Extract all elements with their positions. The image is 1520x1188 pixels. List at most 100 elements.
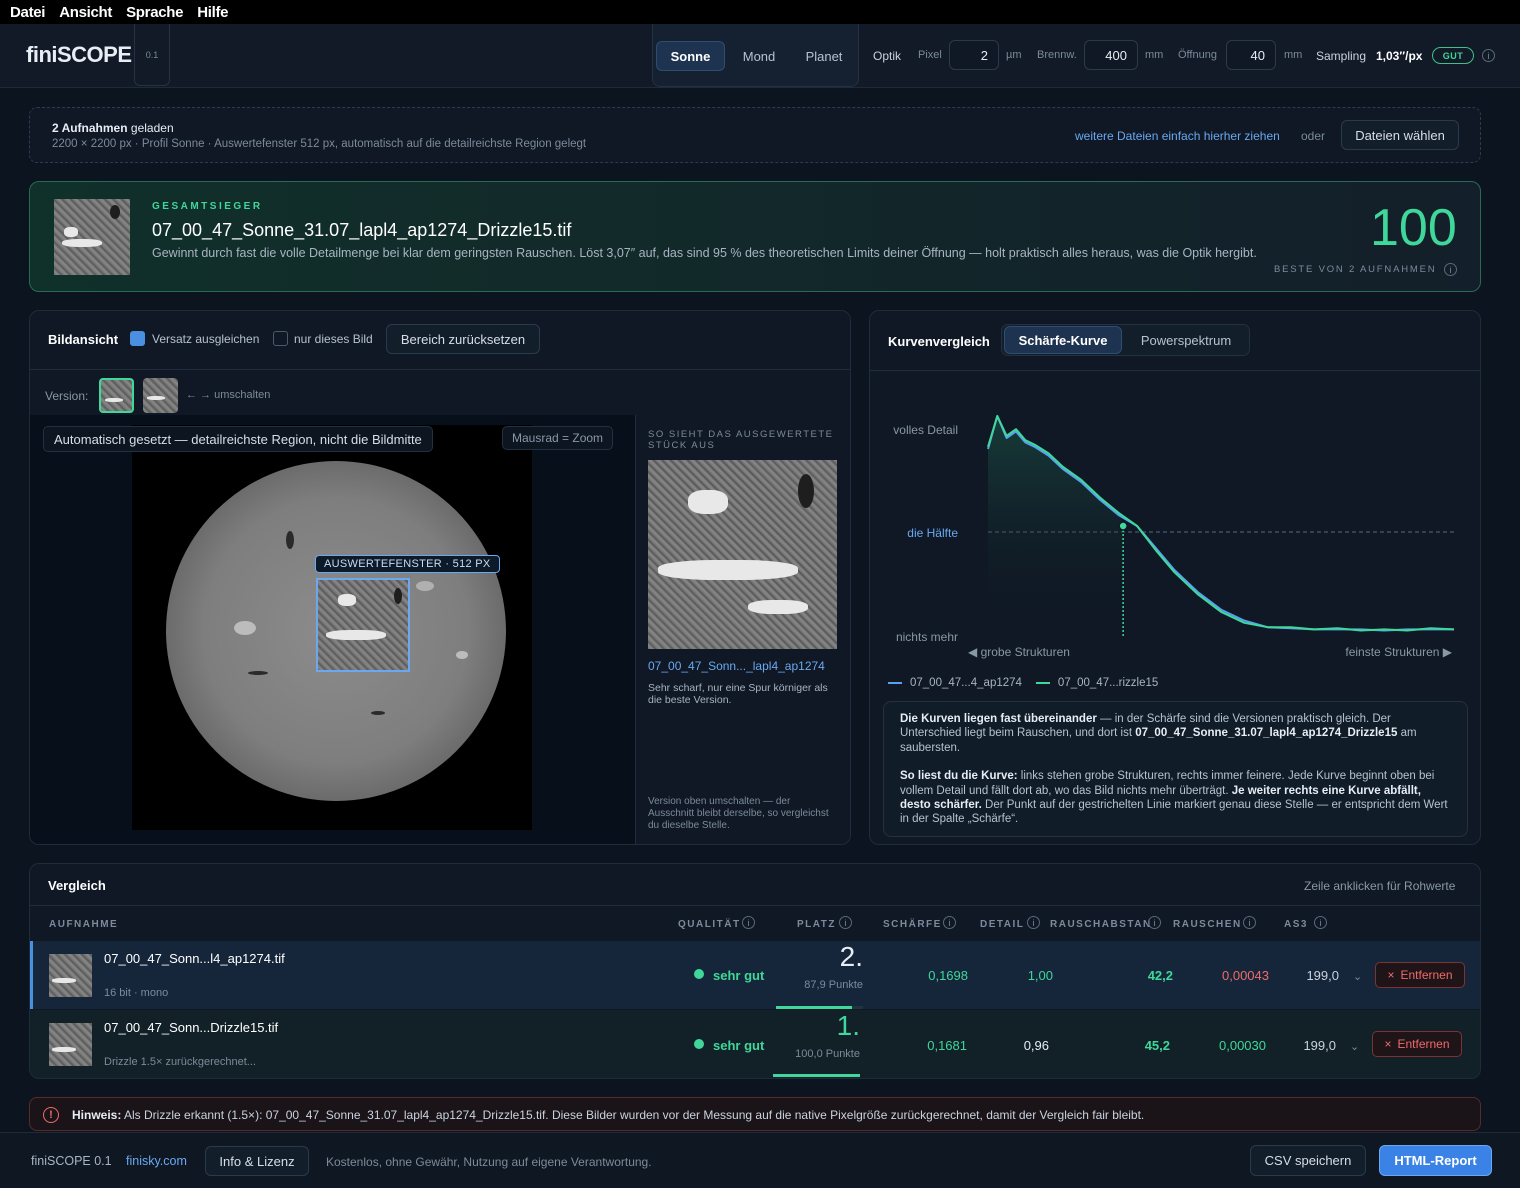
explain-bold-1: Die Kurven liegen fast übereinander [900,713,1097,725]
col-header-rank[interactable]: PLATZ [797,919,836,930]
warning-icon: ! [43,1107,59,1123]
winner-info-icon[interactable]: i [1444,263,1457,276]
ytick-label-full: volles Detail [893,423,958,437]
row-thumbnail [49,1023,92,1066]
curve-tabs: Schärfe-Kurve Powerspektrum [1001,324,1250,356]
xlabel-left: ◀ grobe Strukturen [968,645,1070,659]
points-bar-fill [776,1006,853,1009]
legend-label-1: 07_00_47...4_ap1274 [910,677,1022,689]
menu-hilfe[interactable]: Hilfe [197,4,228,21]
explanation-paragraph-1: Die Kurven liegen fast übereinander — in… [900,712,1451,755]
row-sub: Drizzle 1.5× zurückgerechnet... [104,1056,256,1068]
quality-dot [694,969,704,979]
loaded-count: 2 Aufnahmen [52,121,128,135]
sampling-label: Sampling [1316,49,1367,63]
profile-mond[interactable]: Mond [729,41,789,71]
remove-button[interactable]: × Entfernen [1372,1031,1462,1057]
choose-files-button[interactable]: Dateien wählen [1341,120,1459,150]
profile-planet[interactable]: Planet [793,41,855,71]
optics-label: Optik [873,49,902,63]
evaluation-window-label: AUSWERTEFENSTER · 512 PX [315,555,500,573]
col-header-noise[interactable]: RAUSCHEN [1173,919,1242,930]
winner-score: 100 [1370,199,1457,257]
footer: finiSCOPE 0.1 finisky.com Info & Lizenz … [0,1132,1520,1188]
col-header-sharpness[interactable]: SCHÄRFE [883,919,942,930]
drop-zone[interactable]: 2 Aufnahmen geladen 2200 × 2200 px · Pro… [29,107,1481,163]
offset-checkbox[interactable] [130,331,145,346]
explain-bold-2: So liest du die Kurve: [900,770,1018,783]
winner-description: Gewinnt durch fast die volle Detailmenge… [152,246,1257,260]
profile-sonne[interactable]: Sonne [656,41,725,71]
focal-input[interactable]: 400 [1084,40,1138,70]
legend-swatch-1 [888,682,902,684]
reset-area-button[interactable]: Bereich zurücksetzen [386,324,540,354]
chevron-down-icon[interactable]: ⌄ [1353,970,1362,983]
tab-power-spectrum[interactable]: Powerspektrum [1126,326,1246,354]
table-row[interactable]: 07_00_47_Sonn...l4_ap1274.tif 16 bit · m… [30,941,1480,1009]
crop-image [648,460,837,649]
col-header-snr[interactable]: RAUSCHABSTAN [1050,919,1155,930]
snr-info-icon[interactable]: i [1148,916,1161,929]
explanation-paragraph-2: So liest du die Kurve: links stehen grob… [900,769,1451,827]
menu-ansicht[interactable]: Ansicht [59,4,112,21]
version-thumb-1[interactable] [99,378,134,413]
sampling-badge: GUT [1432,47,1474,64]
col-header-detail[interactable]: DETAIL [980,919,1024,930]
pixel-input[interactable]: 2 [949,40,999,70]
row-filename: 07_00_47_Sonn...Drizzle15.tif [104,1020,279,1035]
aperture-label: Öffnung [1178,49,1217,61]
footer-disclaimer: Kostenlos, ohne Gewähr, Nutzung auf eige… [326,1155,652,1169]
table-row[interactable]: 07_00_47_Sonn...Drizzle15.tif Drizzle 1.… [30,1010,1480,1078]
row-rank: 1. [836,1010,860,1041]
winner-filename: 07_00_47_Sonne_31.07_lapl4_ap1274_Drizzl… [152,220,572,240]
menu-sprache[interactable]: Sprache [126,4,183,21]
version-thumb-2[interactable] [143,378,178,413]
points-bar-track [776,1006,863,1009]
csv-save-button[interactable]: CSV speichern [1250,1145,1366,1176]
offset-label: Versatz ausgleichen [152,332,260,346]
explain-end-2: Der Punkt auf der gestrichelten Linie ma… [900,799,1448,826]
tab-sharpness-curve[interactable]: Schärfe-Kurve [1004,326,1122,354]
crop-caption: SO SIEHT DAS AUSGEWERTETE STÜCK AUS [648,429,834,451]
remove-button[interactable]: × Entfernen [1375,962,1465,988]
crop-description: Sehr scharf, nur eine Spur körniger als … [648,682,828,706]
info-icon[interactable]: i [1482,49,1495,62]
col-header-quality[interactable]: QUALITÄT [678,919,741,930]
row-snr: 45,2 [1144,1038,1170,1053]
only-this-checkbox[interactable] [273,331,288,346]
image-viewer[interactable]: AUSWERTEFENSTER · 512 PX Automatisch ges… [30,415,635,844]
chevron-down-icon[interactable]: ⌄ [1350,1040,1359,1053]
license-button[interactable]: Info & Lizenz [205,1146,309,1176]
pixel-label: Pixel [918,49,942,61]
row-sub: 16 bit · mono [104,987,169,999]
aperture-input[interactable]: 40 [1226,40,1276,70]
points-bar-track [773,1074,860,1077]
detail-info-icon[interactable]: i [1027,916,1040,929]
menu-datei[interactable]: Datei [10,4,45,21]
focal-label: Brennw. [1037,49,1077,61]
noise-info-icon[interactable]: i [1243,916,1256,929]
app-version: 0.1 [134,24,170,86]
ytick-label-none: nichts mehr [896,630,958,644]
comparison-hint: Zeile anklicken für Rohwerte [1304,879,1456,893]
footer-link[interactable]: finisky.com [126,1154,187,1168]
winner-score-caption: BESTE VON 2 AUFNAHMEN [1274,264,1437,275]
curve-explanation: Die Kurven liegen fast übereinander — in… [883,701,1468,837]
drop-hint-link[interactable]: weitere Dateien einfach hierher ziehen [1075,129,1280,143]
menu-bar: Datei Ansicht Sprache Hilfe [0,0,1520,24]
aperture-unit: mm [1284,49,1303,61]
row-points: 87,9 Punkte [804,979,863,991]
col-header-as3[interactable]: AS3 [1284,919,1308,930]
curves-panel: Kurvenvergleich Schärfe-Kurve Powerspekt… [869,310,1481,845]
row-as3: 199,0 [1306,968,1339,983]
quality-info-icon[interactable]: i [742,916,755,929]
col-header-aufnahme: AUFNAHME [49,919,119,930]
html-report-button[interactable]: HTML-Report [1379,1145,1492,1176]
rank-info-icon[interactable]: i [839,916,852,929]
evaluation-window[interactable] [316,578,410,672]
image-view-title: Bildansicht [48,332,119,347]
as3-info-icon[interactable]: i [1314,916,1327,929]
sharpness-info-icon[interactable]: i [943,916,956,929]
row-points: 100,0 Punkte [795,1048,860,1060]
loaded-count-line: 2 Aufnahmen geladen [52,121,174,135]
